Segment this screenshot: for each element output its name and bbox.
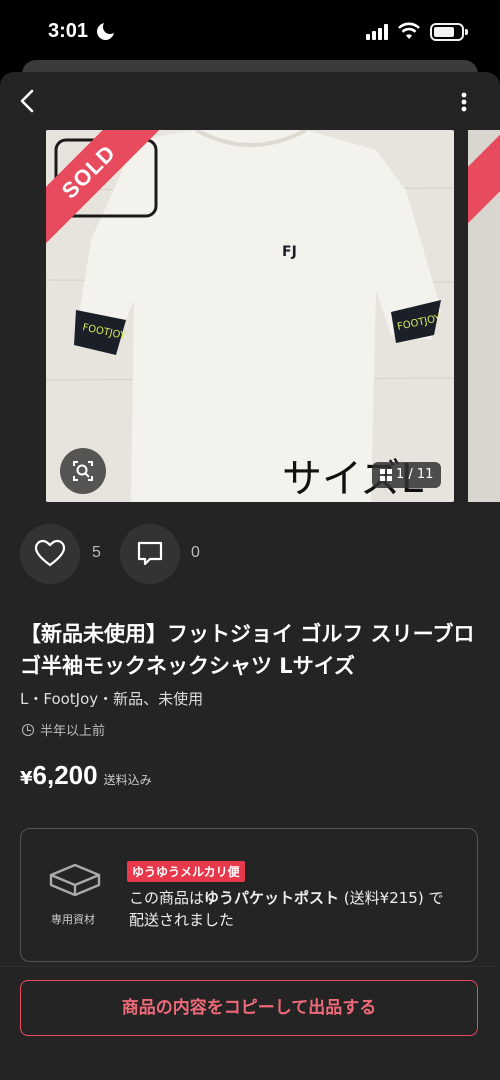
- price: ¥ 6,200 送料込み: [20, 760, 152, 791]
- comment-icon: [137, 541, 163, 566]
- battery-icon: [430, 23, 468, 41]
- lens-search-button[interactable]: [60, 448, 106, 494]
- price-currency: ¥: [20, 768, 33, 789]
- like-button[interactable]: [20, 524, 80, 584]
- like-count: 5: [92, 544, 101, 561]
- more-vertical-icon[interactable]: [452, 88, 476, 116]
- copy-and-list-button[interactable]: 商品の内容をコピーして出品する: [20, 980, 478, 1036]
- shipping-included: 送料込み: [103, 773, 152, 787]
- grid-icon: [380, 469, 392, 481]
- heart-icon: [34, 539, 66, 567]
- shipping-info-card: 専用資材 ゆうゆうメルカリ便 この商品はゆうパケットポスト (送料¥215) で…: [20, 828, 478, 962]
- posted-time: 半年以上前: [22, 720, 105, 739]
- moon-icon: [97, 20, 117, 40]
- comment-button[interactable]: [120, 524, 180, 584]
- product-meta[interactable]: L・FootJoy・新品、未使用: [20, 688, 203, 709]
- status-time: 3:01: [48, 20, 89, 42]
- product-title: 【新品未使用】フットジョイ ゴルフ スリーブロゴ半袖モックネックシャツ Lサイズ: [20, 622, 475, 678]
- shipping-text-prefix: この商品は: [129, 889, 205, 907]
- back-arrow-icon[interactable]: [14, 86, 42, 116]
- chest-logo: FJ: [282, 244, 297, 260]
- next-photo-preview[interactable]: [468, 130, 500, 502]
- sold-ribbon-next: [468, 134, 500, 226]
- box-label: 専用資材: [51, 913, 95, 926]
- shipping-description: この商品はゆうパケットポスト (送料¥215) で配送されました: [129, 887, 449, 931]
- comment-count: 0: [191, 544, 200, 561]
- clock-icon: [22, 723, 34, 736]
- cellular-signal-icon: [366, 24, 390, 40]
- product-photo[interactable]: FOOTJOY FOOTJOY FJ SOLD サイズL: [46, 130, 454, 502]
- wifi-icon: [398, 22, 420, 39]
- photo-counter-text: 1 / 11: [396, 467, 434, 482]
- posted-time-text: 半年以上前: [40, 724, 106, 739]
- shipping-method: ゆうパケットポスト: [204, 889, 340, 907]
- lens-search-icon: [73, 461, 93, 481]
- shipping-service-badge: ゆうゆうメルカリ便: [127, 861, 245, 882]
- status-bar: 3:01: [0, 0, 500, 62]
- photo-counter[interactable]: 1 / 11: [372, 462, 442, 488]
- package-box-icon: [49, 863, 101, 897]
- price-amount: 6,200: [32, 760, 98, 790]
